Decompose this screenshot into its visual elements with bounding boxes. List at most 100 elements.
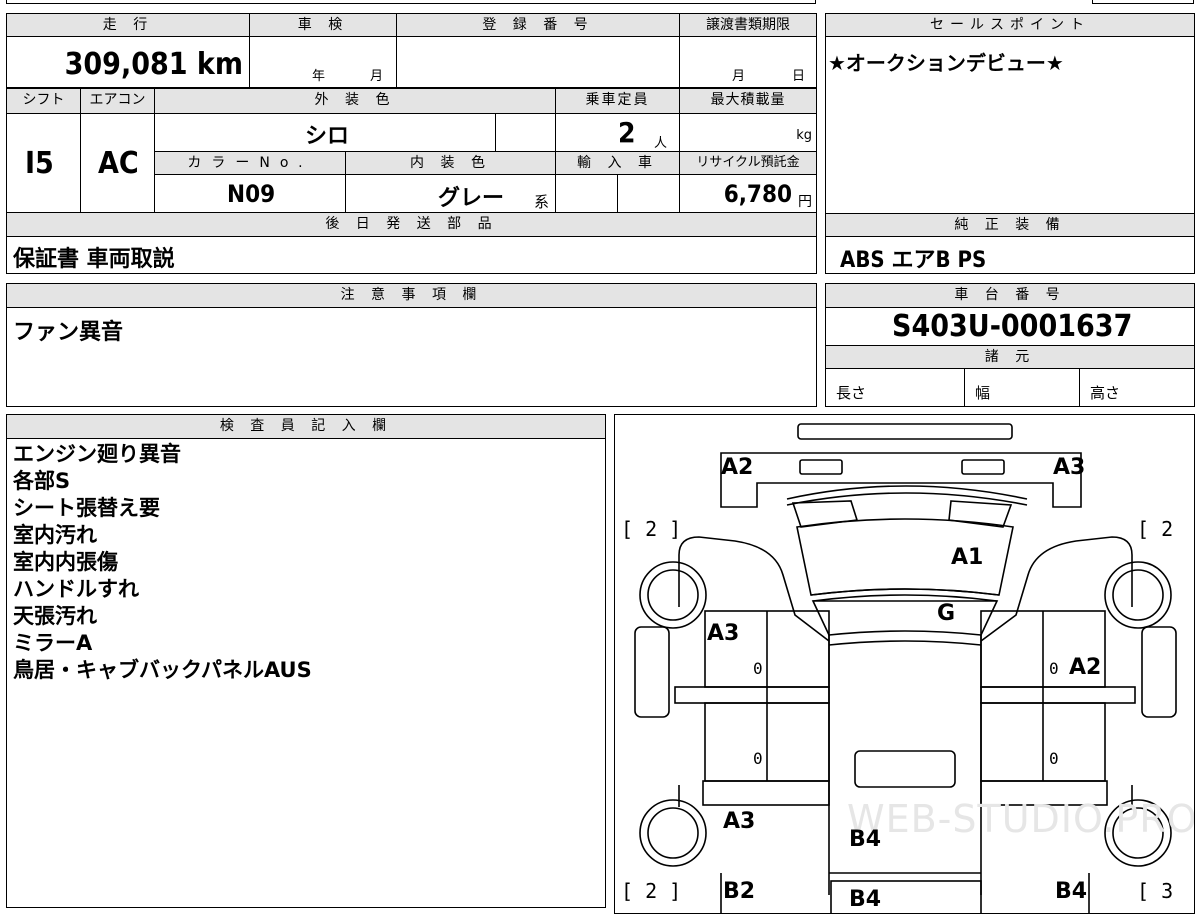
damage-label: B4 bbox=[849, 827, 882, 852]
int-color-cell: グレー 系 bbox=[345, 174, 556, 213]
capacity-header: 乗車定員 bbox=[555, 88, 680, 114]
ext-color-extra bbox=[495, 113, 556, 152]
mileage-value: 309,081 km bbox=[64, 47, 243, 82]
import-cell-b bbox=[617, 174, 680, 213]
maxload-header: 最大積載量 bbox=[679, 88, 817, 114]
inspector-line: 鳥居・キャブバックパネルAUS bbox=[13, 658, 312, 682]
later-parts-value: 保証書 車両取説 bbox=[13, 247, 175, 272]
spec-length: 長さ bbox=[836, 384, 867, 402]
maxload-unit: kg bbox=[796, 128, 812, 143]
recycle-unit: 円 bbox=[798, 194, 812, 210]
ext-color-value: シロ bbox=[305, 124, 350, 149]
inspection-header: 車 検 bbox=[249, 13, 397, 37]
damage-label: A3 bbox=[723, 809, 756, 834]
recycle-cell: 6,780 円 bbox=[679, 174, 817, 213]
sales-header: セールスポイント bbox=[825, 13, 1195, 37]
damage-label: A2 bbox=[1069, 655, 1102, 680]
zero-mark: 0 bbox=[753, 749, 763, 768]
caution-cell: ファン異音 bbox=[6, 307, 817, 407]
shift-cell: I5 bbox=[6, 113, 81, 213]
maxload-cell: kg bbox=[679, 113, 817, 152]
damage-label: G bbox=[937, 601, 956, 626]
inspector-line: 各部S bbox=[13, 469, 71, 493]
damage-label: A2 bbox=[721, 455, 754, 480]
mileage-header: 走 行 bbox=[6, 13, 250, 37]
inspector-line: エンジン廻り異音 bbox=[13, 442, 181, 466]
transfer-month: 月 bbox=[732, 69, 746, 84]
spec-header: 諸 元 bbox=[825, 345, 1195, 369]
capacity-unit: 人 bbox=[654, 136, 668, 151]
chassis-cell: S403U-0001637 bbox=[825, 307, 1195, 346]
watermark: WEB-STUDIO.PRO bbox=[847, 797, 1195, 841]
inspector-line: シート張替え要 bbox=[13, 496, 160, 520]
zero-mark: 0 bbox=[1049, 659, 1059, 678]
bracket-label: [ 2 bbox=[1137, 517, 1174, 541]
spec-height: 高さ bbox=[1090, 384, 1121, 402]
ac-value: AC bbox=[98, 146, 139, 181]
mileage-cell: 309,081 km bbox=[6, 36, 250, 88]
shift-header: シフト bbox=[6, 88, 81, 114]
inspector-line: ハンドルすれ bbox=[13, 577, 139, 601]
transfer-day: 日 bbox=[792, 69, 806, 84]
inspector-line: 室内内張傷 bbox=[13, 550, 118, 574]
color-no-header: カラーNo. bbox=[154, 151, 346, 175]
int-color-header: 内 装 色 bbox=[345, 151, 556, 175]
bracket-label: [ 3 bbox=[1137, 879, 1174, 903]
regno-cell bbox=[396, 36, 680, 88]
caution-header: 注 意 事 項 欄 bbox=[6, 283, 817, 308]
ext-color-cell: シロ bbox=[154, 113, 496, 152]
inspector-cell: エンジン廻り異音 各部S シート張替え要 室内汚れ 室内内張傷 ハンドルすれ 天… bbox=[6, 438, 606, 908]
regno-header: 登 録 番 号 bbox=[396, 13, 680, 37]
color-no-cell: N09 bbox=[154, 174, 346, 213]
zero-mark: 0 bbox=[753, 659, 763, 678]
recycle-header: リサイクル預託金 bbox=[679, 151, 817, 175]
recycle-value: 6,780 bbox=[723, 180, 792, 208]
shift-value: I5 bbox=[25, 146, 54, 181]
capacity-value: 2 bbox=[618, 116, 636, 149]
sales-text: ★オークションデビュー★ bbox=[828, 51, 1064, 75]
damage-label: B2 bbox=[723, 879, 756, 904]
inspector-lines: エンジン廻り異音 各部S シート張替え要 室内汚れ 室内内張傷 ハンドルすれ 天… bbox=[13, 441, 312, 684]
inspector-line: ミラーA bbox=[13, 631, 93, 655]
caution-value: ファン異音 bbox=[13, 320, 124, 345]
later-parts-cell: 保証書 車両取説 bbox=[6, 236, 817, 274]
inspector-header: 検 査 員 記 入 欄 bbox=[6, 414, 606, 439]
inspection-year: 年 bbox=[312, 69, 326, 84]
later-parts-header: 後 日 発 送 部 品 bbox=[6, 212, 817, 237]
int-color-suffix: 系 bbox=[534, 193, 550, 211]
int-color-value: グレー bbox=[438, 186, 505, 211]
chassis-value: S403U-0001637 bbox=[892, 309, 1133, 344]
damage-label: A3 bbox=[1053, 455, 1086, 480]
spec-width-cell: 幅 bbox=[964, 368, 1080, 407]
bracket-label: [ 2 ] bbox=[621, 879, 682, 903]
vehicle-diagram: WEB-STUDIO.PRO A2 A3 A1 G A3 A2 A3 B4 B4… bbox=[614, 414, 1195, 914]
capacity-cell: 2 人 bbox=[555, 113, 680, 152]
spec-length-cell: 長さ bbox=[825, 368, 965, 407]
top-clipped-row bbox=[6, 0, 816, 4]
import-header: 輸 入 車 bbox=[555, 151, 680, 175]
genuine-value: ABS エアB PS bbox=[840, 248, 987, 273]
genuine-cell: ABS エアB PS bbox=[825, 236, 1195, 274]
transfer-cell: 月 日 bbox=[679, 36, 817, 88]
inspector-line: 室内汚れ bbox=[13, 523, 97, 547]
chassis-header: 車 台 番 号 bbox=[825, 283, 1195, 308]
zero-mark: 0 bbox=[1049, 749, 1059, 768]
damage-label: A3 bbox=[707, 621, 740, 646]
color-no-value: N09 bbox=[227, 180, 276, 208]
import-cell-a bbox=[555, 174, 618, 213]
damage-label: A1 bbox=[951, 545, 984, 570]
damage-label: B4 bbox=[1055, 879, 1088, 904]
bracket-label: [ 2 ] bbox=[621, 517, 682, 541]
inspector-line: 天張汚れ bbox=[13, 604, 97, 628]
spec-width: 幅 bbox=[975, 384, 991, 402]
spec-height-cell: 高さ bbox=[1079, 368, 1195, 407]
inspection-cell: 年 月 bbox=[249, 36, 397, 88]
top-clipped-right bbox=[1092, 0, 1194, 4]
ext-color-header: 外 装 色 bbox=[154, 88, 556, 114]
ac-header: エアコン bbox=[80, 88, 155, 114]
genuine-header: 純 正 装 備 bbox=[825, 213, 1195, 237]
transfer-header: 譲渡書類期限 bbox=[679, 13, 817, 37]
sales-cell: ★オークションデビュー★ bbox=[825, 36, 1195, 214]
inspection-month: 月 bbox=[370, 69, 384, 84]
ac-cell: AC bbox=[80, 113, 155, 213]
